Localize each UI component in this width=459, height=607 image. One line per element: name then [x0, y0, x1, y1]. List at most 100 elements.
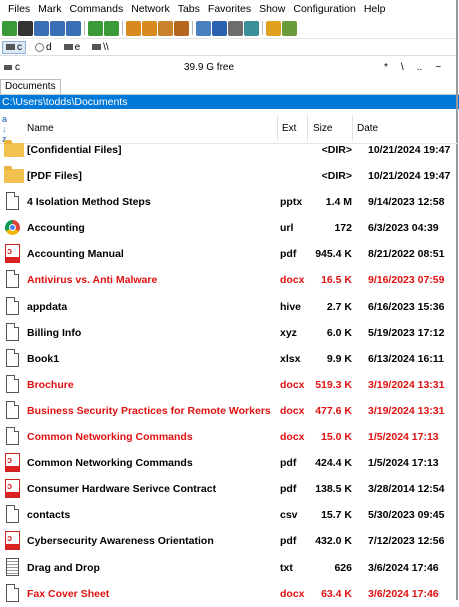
menu-item-network[interactable]: Network — [127, 3, 174, 15]
file-row[interactable]: ↄ Cybersecurity Awareness Orientation pdf 4… — [0, 528, 459, 554]
file-row[interactable]: Business Security Practices for Remote W… — [0, 398, 459, 424]
file-size: 2.7 K — [326, 300, 352, 313]
menu-item-files[interactable]: Files — [4, 3, 34, 15]
acrobat-symbol: ↄ — [7, 481, 13, 492]
column-ext[interactable]: Ext — [282, 123, 296, 134]
file-row[interactable]: Drag and Drop txt 626 3/6/2024 17:46 — [0, 555, 459, 581]
tab-strip: Documents — [0, 78, 459, 95]
drive-icon — [63, 44, 73, 50]
ftp-disconnect-icon[interactable] — [174, 20, 189, 36]
menu-item-mark[interactable]: Mark — [34, 3, 65, 15]
sync-dirs-icon[interactable] — [228, 20, 243, 36]
sort-az-icon[interactable]: a ↓ z — [2, 114, 20, 144]
file-size: 63.4 K — [321, 587, 352, 600]
file-row[interactable]: [Confidential Files] <DIR> 10/21/2024 19:4… — [0, 137, 459, 163]
menu-item-tabs[interactable]: Tabs — [174, 3, 204, 15]
file-date: 1/5/2024 17:13 — [368, 431, 439, 444]
file-row[interactable]: 4 Isolation Method Steps pptx 1.4 M 9/14/20… — [0, 189, 459, 215]
pdf-icon: ↄ — [4, 244, 22, 264]
file-ext: docx — [280, 431, 305, 444]
current-drive-selector[interactable]: c — [4, 62, 20, 73]
file-row[interactable]: Accounting url 172 6/3/2023 04:39 — [0, 215, 459, 241]
chrome-shape — [5, 220, 20, 236]
multi-rename-icon[interactable] — [212, 20, 227, 36]
column-date[interactable]: Date — [357, 123, 378, 134]
forward-icon[interactable] — [104, 20, 119, 36]
file-row[interactable]: ↄ Common Networking Commands pdf 424.4 K 1/5… — [0, 450, 459, 476]
file-row[interactable]: appdata hive 2.7 K 6/16/2023 15:36 — [0, 294, 459, 320]
root-button[interactable]: * — [384, 62, 388, 73]
drive-button-e[interactable]: e — [61, 42, 84, 53]
file-ext: csv — [280, 509, 298, 522]
notepad-icon[interactable] — [244, 20, 259, 36]
file-ext: pdf — [280, 457, 297, 470]
back-icon[interactable] — [88, 20, 103, 36]
drive-button-c[interactable]: c — [2, 40, 26, 54]
menu-item-favorites[interactable]: Favorites — [204, 3, 255, 15]
column-size[interactable]: Size — [313, 123, 332, 134]
file-ext: hive — [280, 300, 302, 313]
copy-names-icon[interactable] — [282, 20, 297, 36]
file-name: Cybersecurity Awareness Orientation — [27, 535, 214, 548]
panel-info-bar: c 39.9 G free * \.. ~ — [0, 56, 459, 78]
menu-item-configuration[interactable]: Configuration — [289, 3, 359, 15]
pack-icon[interactable] — [126, 20, 141, 36]
file-name: 4 Isolation Method Steps — [27, 196, 151, 209]
file-size: 424.4 K — [315, 457, 352, 470]
file-name: [Confidential Files] — [27, 144, 122, 156]
file-size: 432.0 K — [315, 535, 352, 548]
ftp-icon[interactable] — [158, 20, 173, 36]
find-icon[interactable] — [196, 20, 211, 36]
file-size: 172 — [334, 222, 352, 235]
file-icon — [4, 505, 22, 525]
file-date: 3/28/2014 12:54 — [368, 483, 445, 496]
details-icon[interactable] — [66, 20, 81, 36]
unpack-icon[interactable] — [142, 20, 157, 36]
path-bar[interactable]: C:\Users\todds\Documents — [0, 95, 459, 109]
drive-button-network[interactable]: \\ — [89, 42, 112, 53]
network-icon[interactable] — [34, 20, 49, 36]
pdf-icon: ↄ — [4, 453, 22, 473]
file-icon — [4, 322, 22, 343]
file-row[interactable]: Common Networking Commands docx 15.0 K 1/5/… — [0, 424, 459, 450]
pdf-shape: ↄ — [5, 453, 20, 473]
file-ext: url — [280, 222, 294, 235]
file-row[interactable]: Fax Cover Sheet docx 63.4 K 3/6/2024 17:46 — [0, 581, 459, 607]
parent-button[interactable]: .. — [417, 62, 423, 73]
file-row[interactable]: contacts csv 15.7 K 5/30/2023 09:45 — [0, 502, 459, 528]
drive-label: d — [46, 41, 52, 53]
file-icon — [4, 192, 22, 212]
menu-item-commands[interactable]: Commands — [66, 3, 128, 15]
pdf-icon: ↄ — [4, 479, 22, 499]
file-row[interactable]: Billing Info xyz 6.0 K 5/19/2023 17:12 — [0, 320, 459, 346]
file-row[interactable]: ↄ Accounting Manual pdf 945.4 K 8/21/2022 08… — [0, 241, 459, 267]
menu-item-show[interactable]: Show — [255, 3, 289, 15]
pdf-shape: ↄ — [5, 479, 20, 499]
drive-button-d[interactable]: d — [32, 42, 55, 53]
backslash-button[interactable]: \ — [401, 62, 404, 73]
pdf-shape: ↄ — [5, 244, 20, 264]
file-row[interactable]: Brochure docx 519.3 K 3/19/2024 13:31 — [0, 372, 459, 398]
menu-item-help[interactable]: Help — [360, 3, 390, 15]
file-date: 6/13/2024 16:11 — [368, 352, 444, 365]
home-button[interactable]: ~ — [435, 62, 441, 73]
tab-documents[interactable]: Documents — [0, 79, 61, 94]
file-icon — [4, 427, 22, 447]
thumbnails-icon[interactable] — [50, 20, 65, 36]
file-row[interactable]: Book1 xlsx 9.9 K 6/13/2024 16:11 — [0, 346, 459, 372]
file-name: appdata — [27, 300, 68, 313]
file-date: 3/19/2024 13:31 — [368, 378, 445, 391]
refresh-icon[interactable] — [2, 20, 17, 36]
file-row[interactable]: Antivirus vs. Anti Malware docx 16.5 K 9/16… — [0, 267, 459, 293]
file-date: 5/19/2023 17:12 — [368, 326, 445, 339]
file-shape — [6, 348, 19, 367]
file-row[interactable]: ↄ Consumer Hardware Serivce Contract pdf 13… — [0, 476, 459, 502]
file-row[interactable]: [PDF Files] <DIR> 10/21/2024 19:47 — [0, 163, 459, 189]
terminal-icon[interactable] — [18, 20, 33, 36]
drive-label: \\ — [103, 41, 109, 53]
column-name[interactable]: Name — [27, 123, 54, 134]
file-size: 15.7 K — [321, 509, 352, 522]
archive-icon[interactable] — [266, 20, 281, 36]
pdf-shape: ↄ — [5, 531, 20, 551]
file-ext: pdf — [280, 535, 297, 548]
